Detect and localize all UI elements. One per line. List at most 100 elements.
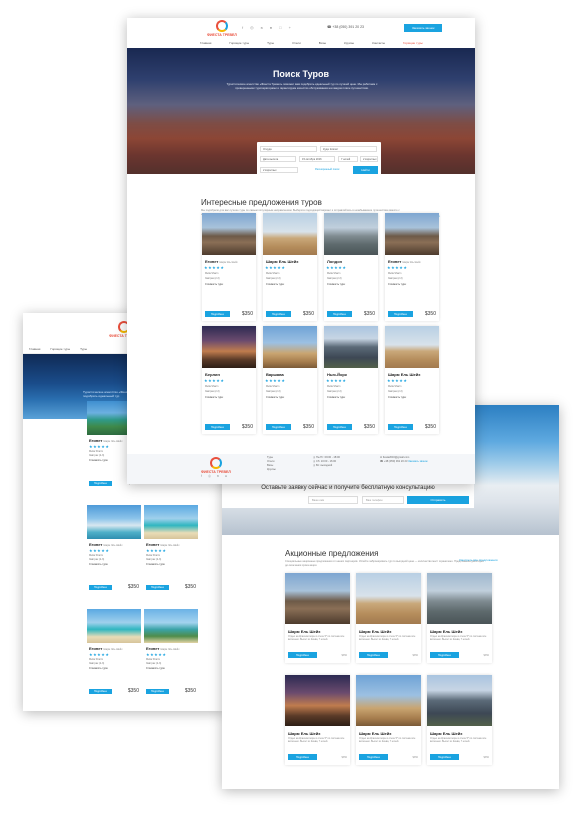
details-button[interactable]: Подробнее <box>266 424 291 430</box>
promo-card[interactable]: Шарм Ель Шейх Отдых на Красном море в от… <box>356 675 421 765</box>
details-button[interactable]: Подробнее <box>359 754 388 760</box>
consult-submit-button[interactable]: Отправить <box>407 496 469 504</box>
ok-icon[interactable]: ● <box>270 25 272 30</box>
details-button[interactable]: Подробнее <box>288 754 317 760</box>
promo-card-desc: Отдых на Красном море в отеле 5* по сист… <box>288 737 345 744</box>
hero-title: Поиск Туров <box>272 69 330 79</box>
nav-item-tours[interactable]: Туры <box>267 41 274 45</box>
tour-card[interactable]: Лондон ★★★★★ Melia Sharm Завтрак (2-3) С… <box>324 213 378 321</box>
nights-field[interactable]: 7 ночей <box>338 156 358 162</box>
to-field[interactable]: Куда: Египет <box>320 146 377 152</box>
details-button[interactable]: Подробнее <box>327 424 352 430</box>
footer-links: Туры Отели Визы Круизы <box>267 456 276 472</box>
twitter-icon[interactable]: ◎ <box>250 25 254 30</box>
footer-link[interactable]: Круизы <box>267 468 276 472</box>
consult-title: Оставьте заявку сейчас и получите беспла… <box>261 485 435 491</box>
nav-item-hot-red[interactable]: Горящие туры <box>403 41 423 45</box>
advanced-search-link[interactable]: Расширенный поиск <box>315 168 339 171</box>
details-button[interactable]: Подробнее <box>388 424 413 430</box>
details-button[interactable]: Подробнее <box>89 584 112 590</box>
left-tour-card[interactable]: Египет Шарм Эль Шейх ★★★★★ Melia Sharm З… <box>87 505 141 593</box>
left-tour-card[interactable]: Египет Шарм Эль Шейх ★★★★★ Melia Sharm З… <box>144 609 198 697</box>
left-tour-card[interactable]: Египет Шарм Эль Шейх ★★★★★ Melia Sharm З… <box>87 609 141 697</box>
left-nav-item[interactable]: Главная <box>29 347 40 351</box>
phone-input[interactable]: Ваш телефон <box>362 496 404 504</box>
promo-all-link[interactable]: Смотреть все предложения <box>459 558 497 562</box>
tour-card[interactable]: Варшава ★★★★★ Melia Sharm Завтрак (2-3) … <box>263 326 317 434</box>
price: $350 <box>412 755 418 759</box>
tour-photo <box>324 326 378 368</box>
tour-card[interactable]: Берлин ★★★★★ Melia Sharm Завтрак (2-3) С… <box>202 326 256 434</box>
details-button[interactable]: Подробнее <box>205 311 230 317</box>
tour-search-form: Откуда Куда: Египет Дата вылета 15 октяб… <box>257 142 381 178</box>
price: $350 <box>341 653 347 657</box>
tourists-select[interactable]: 2 взрослых <box>260 167 298 173</box>
callback-button[interactable]: Заказать звонок <box>404 24 443 32</box>
left-tour-card[interactable]: Египет Шарм Эль Шейх ★★★★★ Melia Sharm З… <box>144 505 198 593</box>
ok-icon[interactable]: ● <box>225 474 227 478</box>
details-button[interactable]: Подробнее <box>146 688 169 694</box>
from-field[interactable]: Откуда <box>260 146 317 152</box>
details-button[interactable]: Подробнее <box>430 754 459 760</box>
promo-card-desc: Отдых на Красном море в отеле 5* по сист… <box>359 635 416 642</box>
tour-card[interactable]: Шарм Ель Шейх ★★★★★ Melia Sharm Завтрак … <box>263 213 317 321</box>
facebook-icon[interactable]: f <box>242 25 243 30</box>
nav-item-cruises[interactable]: Круизы <box>344 41 354 45</box>
instagram-icon[interactable]: □ <box>279 25 281 30</box>
card-title: Египет Шарм Эль Шейх <box>205 259 238 264</box>
hotel-row: Melia Sharm <box>205 385 219 388</box>
nav-item-hotels[interactable]: Отели <box>292 41 301 45</box>
hotel-row: Melia Sharm <box>327 272 341 275</box>
promo-card[interactable]: Шарм Ель Шейх Отдых на Красном море в от… <box>427 675 492 765</box>
card-title: Лондон <box>327 259 343 264</box>
details-button[interactable]: Подробнее <box>359 652 388 658</box>
details-button[interactable]: Подробнее <box>327 311 352 317</box>
footer-callback-link[interactable]: Заказать звонок <box>408 460 427 463</box>
tour-card[interactable]: Египет Шарм Эль Шейх ★★★★★ Melia Sharm З… <box>385 213 439 321</box>
footer-logo[interactable]: ФИЕСТА ТРЕВЕЛ <box>201 457 231 474</box>
nav-item-visas[interactable]: Визы <box>319 41 326 45</box>
footer-email[interactable]: fiesta2016@gmail.com <box>383 456 409 459</box>
details-button[interactable]: Подробнее <box>146 584 169 590</box>
nav-item-hot[interactable]: Горящие туры <box>229 41 249 45</box>
tour-card[interactable]: Нью-Йорк ★★★★★ Melia Sharm Завтрак (2-3)… <box>324 326 378 434</box>
tour-photo <box>144 609 198 643</box>
search-submit-button[interactable]: Найти <box>353 166 378 174</box>
hotel-row: Melia Sharm <box>266 272 280 275</box>
nav-item-home[interactable]: Главная <box>200 41 211 45</box>
tour-photo <box>87 609 141 643</box>
details-button[interactable]: Подробнее <box>388 311 413 317</box>
promo-card-title: Шарм Ель Шейх <box>359 731 392 736</box>
nav-item-contacts[interactable]: Контакты <box>372 41 385 45</box>
twitter-icon[interactable]: ◎ <box>208 474 211 478</box>
left-nav-item[interactable]: Туры <box>80 347 87 351</box>
left-nav-item[interactable]: Горящие туры <box>50 347 70 351</box>
details-button[interactable]: Подробнее <box>266 311 291 317</box>
details-button[interactable]: Подробнее <box>89 480 112 486</box>
rating-stars: ★★★★★ <box>146 548 167 553</box>
facebook-icon[interactable]: f <box>201 474 202 478</box>
price-label: Стоимость тура: <box>205 396 224 399</box>
gplus-icon[interactable]: + <box>289 25 291 30</box>
details-button[interactable]: Подробнее <box>288 652 317 658</box>
promo-card-desc: Отдых на Красном море в отеле 5* по сист… <box>359 737 416 744</box>
date-to-field[interactable]: 15 октября 2016 <box>299 156 335 162</box>
promo-card[interactable]: Шарм Ель Шейх Отдых на Красном море в от… <box>356 573 421 663</box>
details-button[interactable]: Подробнее <box>430 652 459 658</box>
promo-card[interactable]: Шарм Ель Шейх Отдых на Красном море в от… <box>427 573 492 663</box>
tour-card[interactable]: Шарм Ель Шейх ★★★★★ Melia Sharm Завтрак … <box>385 326 439 434</box>
vk-icon[interactable]: в <box>261 25 263 30</box>
tour-card[interactable]: Египет Шарм Эль Шейх ★★★★★ Melia Sharm З… <box>202 213 256 321</box>
date-from-field[interactable]: Дата вылета <box>260 156 296 162</box>
promo-card-desc: Отдых на Красном море в отеле 5* по сист… <box>430 737 487 744</box>
details-button[interactable]: Подробнее <box>205 424 230 430</box>
promo-card[interactable]: Шарм Ель Шейх Отдых на Красном море в от… <box>285 573 350 663</box>
tourists-field[interactable]: 2 взрослых <box>360 156 378 162</box>
main-logo[interactable]: ФИЕСТА ТРЕВЕЛ <box>207 20 237 37</box>
logo-icon <box>209 457 222 469</box>
promo-card[interactable]: Шарм Ель Шейх Отдых на Красном море в от… <box>285 675 350 765</box>
name-input[interactable]: Ваше имя <box>308 496 358 504</box>
meal-row: Завтрак (2-3) <box>146 558 162 561</box>
vk-icon[interactable]: в <box>217 474 219 478</box>
details-button[interactable]: Подробнее <box>89 688 112 694</box>
